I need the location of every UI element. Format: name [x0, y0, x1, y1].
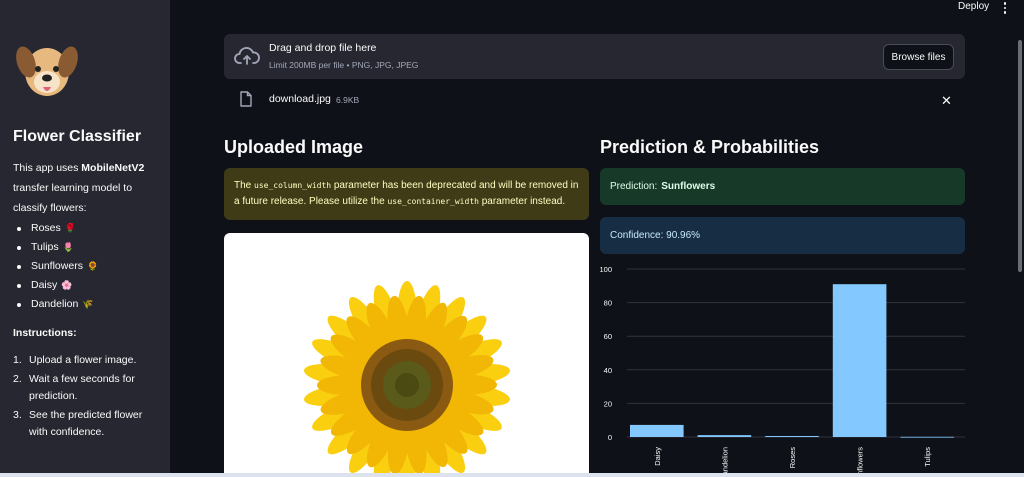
kebab-menu-icon[interactable]	[1000, 0, 1010, 16]
list-item: Tulips 🌷	[13, 238, 98, 257]
list-item: Roses 🌹	[13, 219, 98, 238]
sidebar-title: Flower Classifier	[13, 128, 142, 145]
rose-emoji-icon: 🌹	[64, 223, 76, 233]
bar	[832, 284, 887, 437]
y-tick-label: 0	[608, 433, 612, 442]
uploaded-file-size: 6.9KB	[336, 95, 360, 105]
browse-files-button[interactable]: Browse files	[883, 44, 954, 70]
prediction-heading: Prediction & Probabilities	[600, 137, 820, 157]
y-tick-label: 100	[599, 265, 612, 274]
list-item: 3. See the predicted flower with confiden…	[13, 407, 163, 441]
list-item: 2. Wait a few seconds for prediction.	[13, 371, 163, 405]
bar	[900, 436, 954, 438]
sunflower-image	[304, 281, 510, 477]
tulip-emoji-icon: 🌷	[62, 242, 74, 252]
bar	[765, 435, 819, 437]
y-tick-label: 60	[604, 332, 612, 341]
bar	[630, 424, 684, 437]
list-item: Sunflowers 🌻	[13, 257, 98, 276]
x-tick-label: Daisy	[653, 447, 662, 466]
warning-text: parameter instead.	[478, 196, 566, 207]
desc-prefix: This app uses	[13, 162, 82, 174]
x-tick-label: Roses	[788, 447, 797, 469]
dog-logo-icon	[16, 46, 78, 96]
grain-emoji-icon: 🌾	[82, 299, 94, 309]
prediction-value: Sunflowers	[661, 181, 716, 192]
file-icon	[240, 91, 252, 107]
prediction-alert: Prediction: Sunflowers	[600, 168, 965, 205]
uploaded-file-name: download.jpg	[269, 93, 331, 105]
flower-name: Daisy	[31, 279, 58, 291]
sidebar: Flower Classifier This app uses MobileNe…	[0, 0, 170, 477]
instructions-list: 1. Upload a flower image. 2. Wait a few se…	[13, 352, 163, 443]
dropzone-title: Drag and drop file here	[269, 42, 377, 54]
scrollbar[interactable]	[1018, 40, 1022, 272]
y-tick-label: 20	[604, 399, 612, 408]
sidebar-description: This app uses MobileNetV2 transfer learn…	[13, 158, 163, 218]
list-item: 1. Upload a flower image.	[13, 352, 163, 369]
y-tick-label: 80	[604, 299, 612, 308]
blossom-emoji-icon: 🌸	[61, 280, 73, 290]
flower-list: Roses 🌹 Tulips 🌷 Sunflowers 🌻 Daisy 🌸 Dandel…	[13, 219, 98, 314]
sunflower-emoji-icon: 🌻	[86, 261, 99, 271]
instruction-text: See the predicted flower with confidence…	[29, 409, 143, 438]
bar	[697, 435, 752, 437]
list-item: Dandelion 🌾	[13, 295, 98, 314]
warning-code: use_column_width	[254, 181, 332, 190]
list-item: Daisy 🌸	[13, 276, 98, 295]
flower-name: Tulips	[31, 241, 59, 253]
flower-name: Sunflowers	[31, 260, 83, 272]
x-tick-label: Tulips	[923, 447, 932, 467]
warning-text: The	[234, 180, 255, 191]
probability-bar-chart: 020406080100Daisy Dandelion Roses Sunflower…	[599, 265, 965, 477]
bottom-strip	[0, 473, 1024, 477]
deprecation-warning: The use_column_width parameter has been …	[224, 168, 589, 220]
desc-model: MobileNetV2	[81, 162, 145, 174]
uploaded-image-heading: Uploaded Image	[224, 137, 364, 157]
cloud-upload-icon	[234, 47, 260, 65]
y-tick-label: 40	[604, 366, 612, 375]
uploaded-image	[224, 233, 589, 477]
file-dropzone[interactable]	[224, 34, 965, 79]
flower-name: Roses	[31, 222, 61, 234]
flower-name: Dandelion	[31, 298, 79, 310]
confidence-alert: Confidence: 90.96%	[600, 217, 965, 254]
instruction-text: Wait a few seconds for prediction.	[29, 373, 135, 402]
instructions-heading: Instructions:	[13, 327, 77, 339]
deploy-button[interactable]: Deploy	[958, 1, 989, 12]
instruction-text: Upload a flower image.	[29, 354, 137, 366]
desc-suffix: transfer learning model to classify flow…	[13, 182, 133, 214]
prediction-label: Prediction:	[610, 181, 658, 192]
remove-file-close-icon[interactable]: ✕	[941, 93, 952, 109]
warning-code: use_container_width	[387, 197, 479, 206]
dropzone-subtitle: Limit 200MB per file • PNG, JPG, JPEG	[269, 60, 419, 70]
